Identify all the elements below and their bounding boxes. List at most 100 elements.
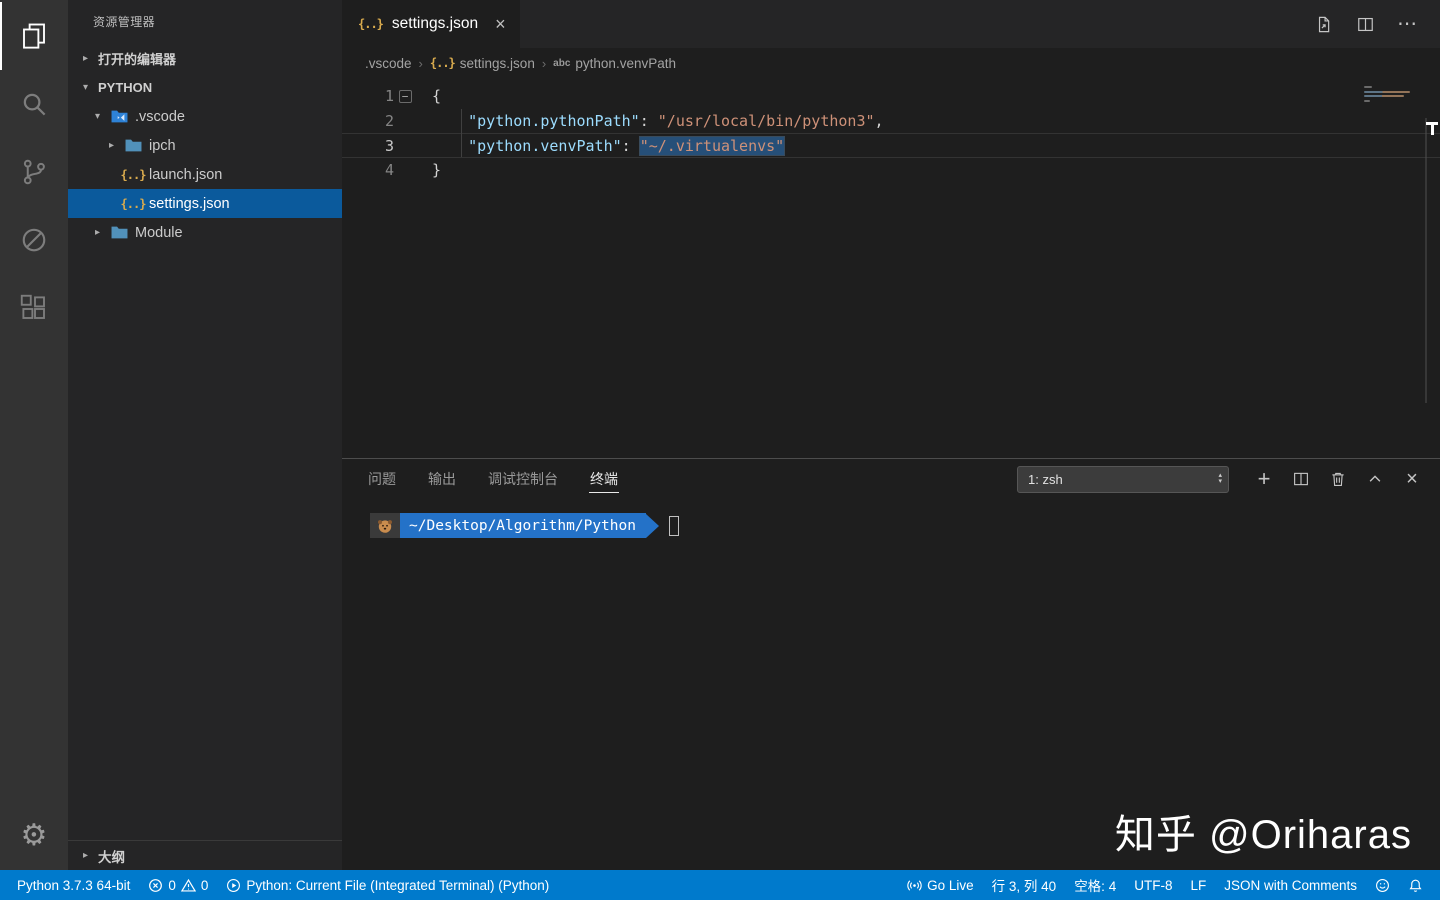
play-icon	[226, 878, 241, 893]
maximize-panel-button[interactable]	[1365, 469, 1385, 489]
code-text: }	[416, 158, 441, 183]
select-arrows-icon: ▴▾	[1218, 473, 1222, 485]
fold-icon: −	[399, 90, 412, 103]
chevron-up-icon	[1366, 470, 1384, 488]
section-folder-python[interactable]: ▾ PYTHON	[68, 73, 342, 102]
terminal-select-value: 1: zsh	[1028, 472, 1063, 487]
close-icon[interactable]: ×	[495, 15, 506, 33]
breadcrumb-label: .vscode	[365, 56, 412, 71]
panel-tab-problems[interactable]: 问题	[367, 459, 397, 499]
fold-gutter	[394, 109, 416, 134]
code-editor[interactable]: 1 − { 2 "python.pythonPath": "/usr/local…	[342, 78, 1440, 458]
json-file-icon: {..}	[430, 56, 455, 70]
encoding-label: UTF-8	[1134, 878, 1172, 893]
notifications-status[interactable]	[1399, 870, 1432, 900]
panel-tab-debug-console[interactable]: 调试控制台	[487, 459, 559, 499]
activity-bar-item-source-control[interactable]	[0, 138, 68, 206]
status-bar: Python 3.7.3 64-bit 0 0 Python: Current …	[0, 870, 1440, 900]
feedback-status[interactable]	[1366, 870, 1399, 900]
code-token: }	[432, 161, 441, 179]
tree-item-vscode-folder[interactable]: ▾ .vscode	[68, 102, 342, 131]
run-configuration-label: Python: Current File (Integrated Termina…	[246, 878, 549, 893]
json-file-icon: {..}	[124, 197, 142, 211]
code-token-highlighted: "~/.virtualenvs"	[640, 137, 785, 155]
editor-actions: ⋯	[1312, 0, 1440, 48]
panel-tab-terminal[interactable]: 终端	[589, 459, 619, 499]
code-text: "python.venvPath": "~/.virtualenvs"	[416, 134, 784, 157]
breadcrumb-item-file[interactable]: {..} settings.json	[430, 56, 535, 71]
activity-bar-item-debug[interactable]	[0, 206, 68, 274]
code-line: 2 "python.pythonPath": "/usr/local/bin/p…	[342, 109, 1440, 134]
fold-gutter	[394, 134, 416, 157]
search-icon	[19, 89, 49, 119]
activity-bar-item-settings[interactable]: ⚙	[0, 802, 68, 870]
section-open-editors[interactable]: ▸ 打开的编辑器	[68, 44, 342, 73]
editor-scrollbar[interactable]	[1425, 118, 1427, 403]
tab-settings-json[interactable]: {..} settings.json ×	[342, 0, 520, 48]
activity-bar-item-explorer[interactable]	[0, 2, 68, 70]
symbol-string-icon: abc	[553, 58, 570, 69]
fold-gutter[interactable]: −	[394, 84, 416, 109]
split-terminal-button[interactable]	[1291, 469, 1311, 489]
tree-item-label: launch.json	[149, 167, 222, 183]
activity-bar-item-search[interactable]	[0, 70, 68, 138]
encoding-status[interactable]: UTF-8	[1125, 870, 1181, 900]
terminal-instance-select[interactable]: 1: zsh ▴▾	[1017, 466, 1229, 493]
extensions-icon	[19, 293, 49, 323]
line-number: 3	[342, 134, 394, 157]
panel-tab-output[interactable]: 输出	[427, 459, 457, 499]
minimap-line	[1364, 100, 1370, 102]
split-editor-button[interactable]	[1354, 13, 1376, 35]
language-mode-label: JSON with Comments	[1224, 878, 1357, 893]
smiley-icon	[1375, 878, 1390, 893]
chevron-right-icon: ›	[419, 56, 423, 71]
code-token: "python.pythonPath"	[468, 112, 640, 130]
breadcrumb-label: python.venvPath	[575, 56, 676, 71]
tree-item-launch-json[interactable]: {..} launch.json	[68, 160, 342, 189]
go-live-status[interactable]: Go Live	[898, 870, 983, 900]
python-version-label: Python 3.7.3 64-bit	[17, 878, 130, 893]
terminal-cwd: ~/Desktop/Algorithm/Python	[400, 513, 646, 538]
chevron-right-icon: ›	[542, 56, 546, 71]
tree-item-label: Module	[135, 225, 183, 241]
code-line: 4 }	[342, 158, 1440, 183]
minimap[interactable]	[1364, 86, 1422, 108]
run-configuration-status[interactable]: Python: Current File (Integrated Termina…	[217, 870, 558, 900]
tab-bar: {..} settings.json ×	[342, 0, 1440, 48]
tree-item-ipch-folder[interactable]: ▸ ipch	[68, 131, 342, 160]
line-number: 4	[342, 158, 394, 183]
indentation-status[interactable]: 空格: 4	[1065, 870, 1125, 900]
more-actions-button[interactable]: ⋯	[1396, 13, 1418, 35]
folder-icon	[110, 225, 128, 240]
tree-item-settings-json[interactable]: {..} settings.json	[68, 189, 342, 218]
language-mode-status[interactable]: JSON with Comments	[1215, 870, 1366, 900]
tree-item-module-folder[interactable]: ▸ Module	[68, 218, 342, 247]
editor-area: {..} settings.json ×	[342, 0, 1440, 870]
breadcrumb-item-symbol[interactable]: abc python.venvPath	[553, 56, 676, 71]
code-token: {	[432, 87, 441, 105]
activity-bar: ⚙	[0, 0, 68, 870]
code-token: "/usr/local/bin/python3"	[658, 112, 875, 130]
workbench: ⚙ 资源管理器 ▸ 打开的编辑器 ▾ PYTHON ▾ .vscode	[0, 0, 1440, 870]
broadcast-icon	[907, 878, 922, 893]
error-icon	[148, 878, 163, 893]
new-terminal-button[interactable]: +	[1254, 469, 1274, 489]
cursor-position-status[interactable]: 行 3, 列 40	[983, 870, 1066, 900]
status-bar-right: Go Live 行 3, 列 40 空格: 4 UTF-8 LF JSON wi…	[898, 870, 1432, 900]
open-settings-button[interactable]	[1312, 13, 1334, 35]
chevron-down-icon: ▾	[92, 111, 103, 122]
code-token: :	[640, 112, 658, 130]
python-interpreter-status[interactable]: Python 3.7.3 64-bit	[8, 870, 139, 900]
eol-status[interactable]: LF	[1181, 870, 1215, 900]
breadcrumb-item-folder[interactable]: .vscode	[365, 56, 412, 71]
problems-status[interactable]: 0 0	[139, 870, 217, 900]
trash-icon	[1329, 470, 1347, 488]
panel-tabs: 问题 输出 调试控制台 终端	[367, 459, 619, 499]
kill-terminal-button[interactable]	[1328, 469, 1348, 489]
section-outline[interactable]: ▸ 大纲	[68, 840, 342, 870]
activity-bar-item-extensions[interactable]	[0, 274, 68, 342]
close-panel-button[interactable]: ×	[1402, 469, 1422, 489]
gear-icon: ⚙	[21, 821, 48, 851]
line-number: 1	[342, 84, 394, 109]
watermark: 知乎 @Oriharas	[1115, 802, 1412, 860]
